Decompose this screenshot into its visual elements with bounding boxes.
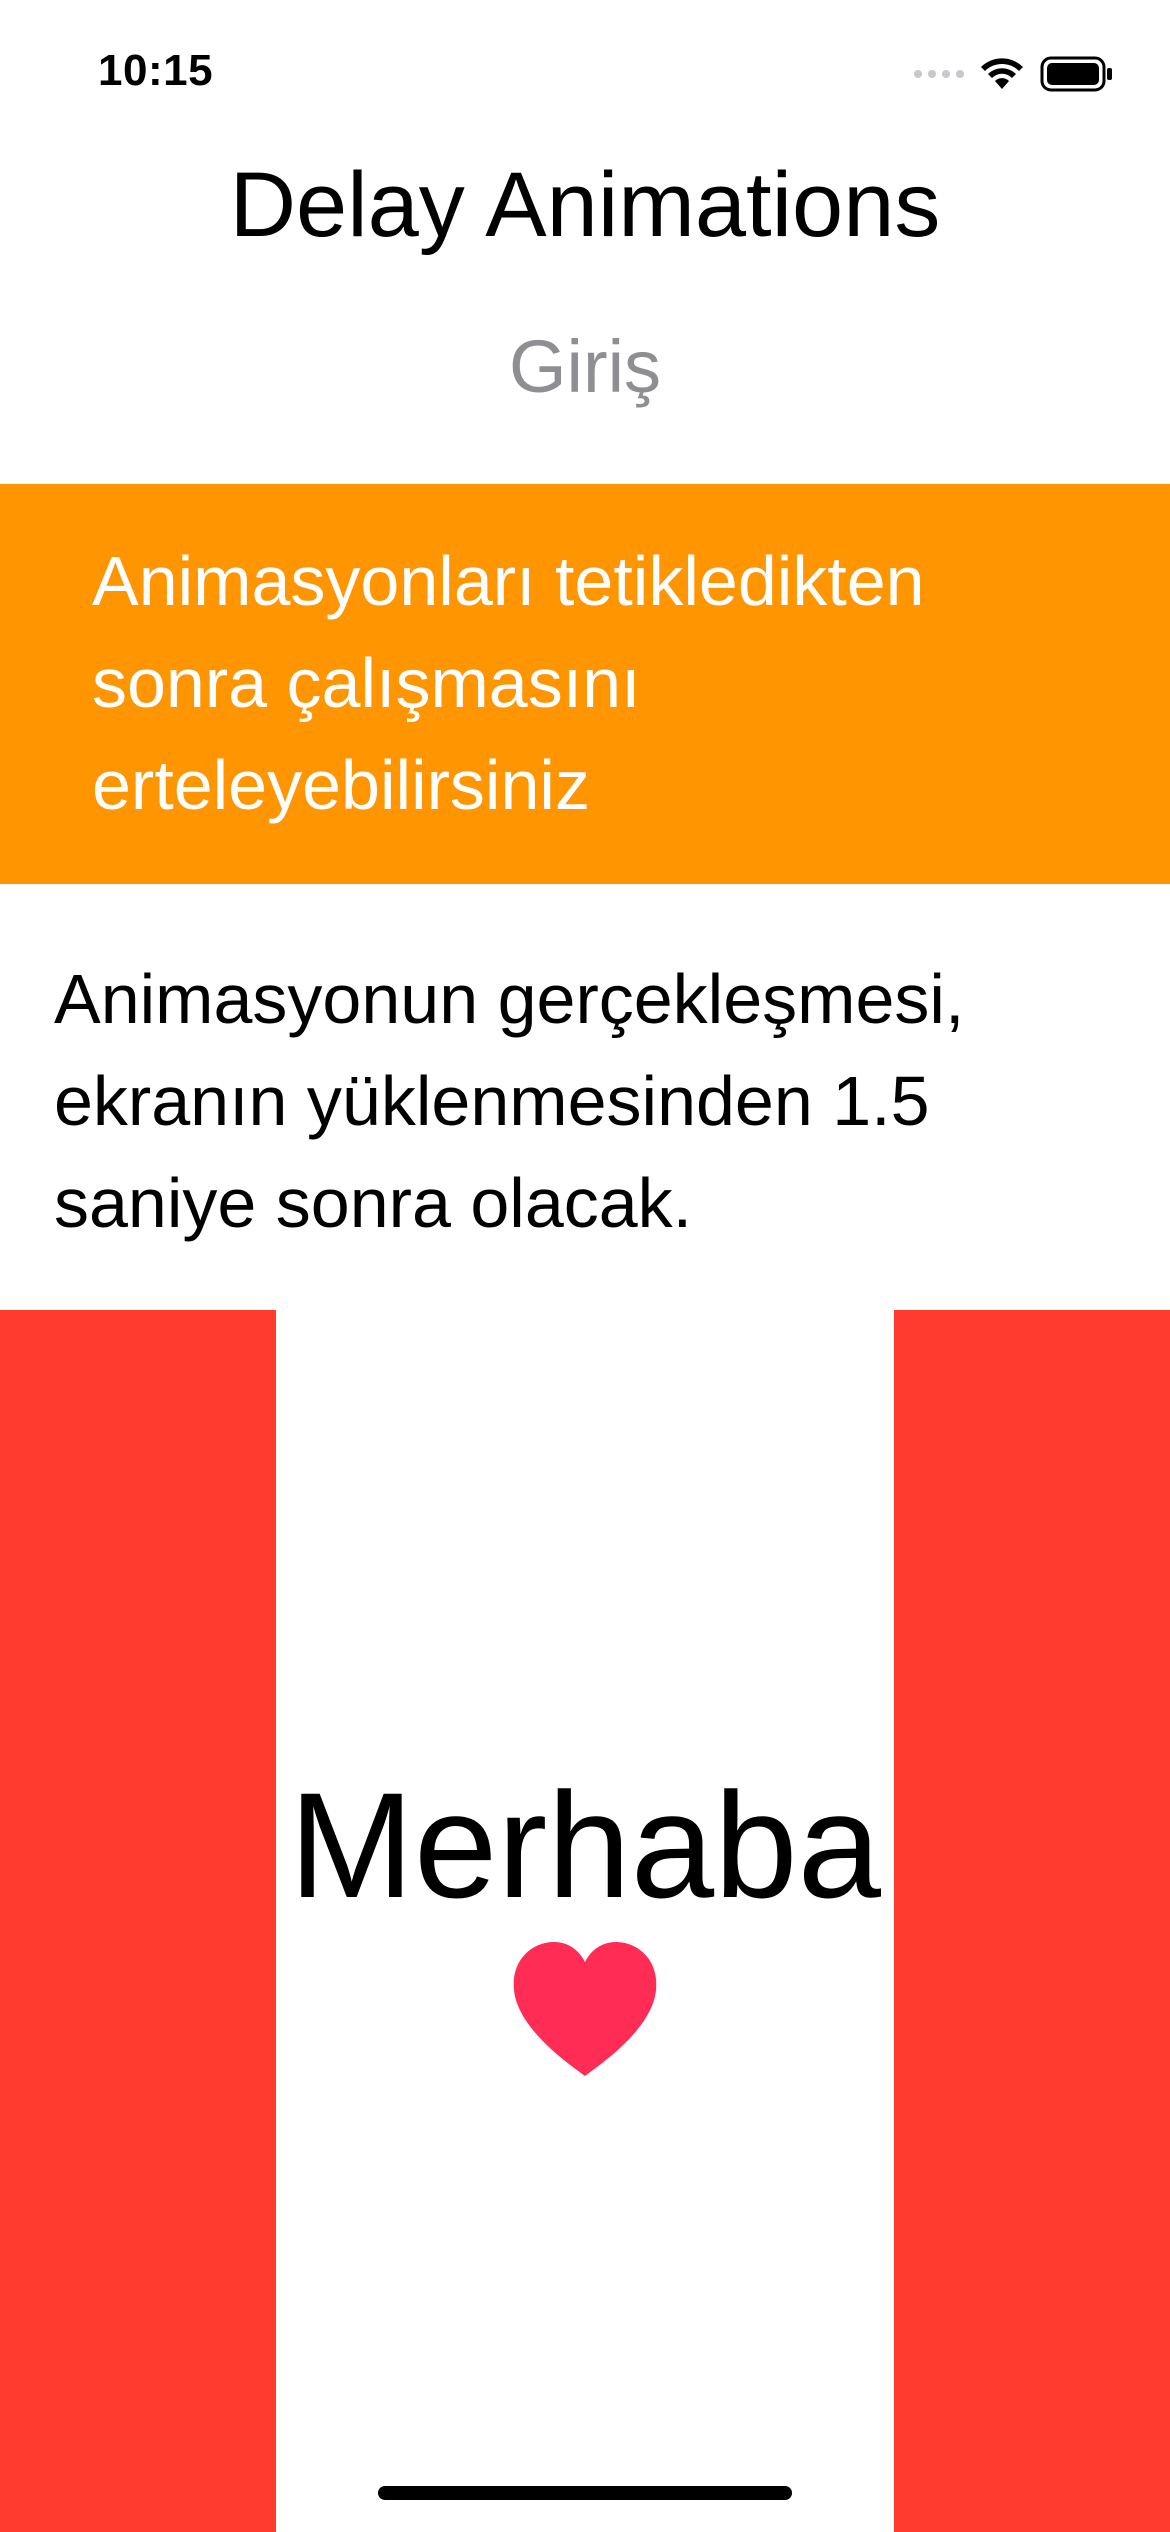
status-bar: 10:15 [0,0,1170,150]
page-title: Delay Animations [229,154,941,256]
greeting-text: Merhaba [288,1761,882,1929]
screen: 10:15 Delay Animations Giriş Animasyonla… [0,0,1170,2532]
banner-text: Animasyonları tetikledikten sonra çalışm… [92,542,925,824]
battery-icon [1040,56,1112,92]
status-icons [914,54,1114,94]
wifi-icon [981,58,1023,89]
description-text: Animasyonun gerçekleşmesi, ekranın yükle… [54,960,965,1242]
page-subtitle: Giriş [508,325,662,408]
info-banner: Animasyonları tetikledikten sonra çalışm… [0,484,1170,884]
home-indicator[interactable] [378,2486,792,2500]
status-time: 10:15 [98,46,214,95]
cellular-signal-icon [914,70,964,78]
heart-icon [513,1942,657,2076]
